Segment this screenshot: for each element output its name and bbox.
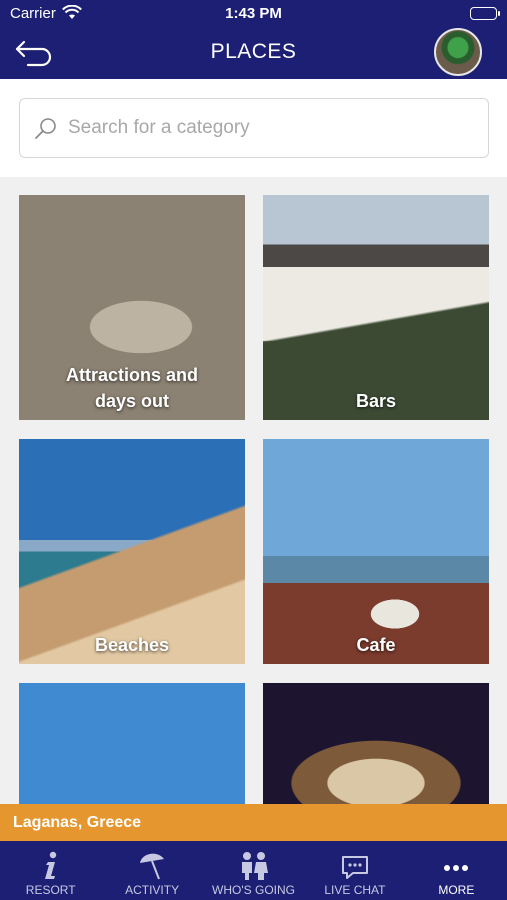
- location-bar[interactable]: Laganas, Greece: [0, 804, 507, 841]
- app-header: Carrier 1:43 PM PLACES: [0, 0, 507, 79]
- tab-label: WHO'S GOING: [212, 883, 295, 897]
- tab-whos-going[interactable]: WHO'S GOING: [203, 841, 304, 900]
- tab-resort[interactable]: RESORT: [0, 841, 101, 900]
- status-bar: Carrier 1:43 PM: [0, 0, 507, 28]
- tab-activity[interactable]: ACTIVITY: [101, 841, 202, 900]
- more-icon: [444, 865, 469, 871]
- category-label: Cafe: [356, 635, 396, 655]
- info-icon: [44, 851, 56, 879]
- search-section: [0, 79, 507, 177]
- people-icon: [241, 852, 268, 880]
- page-title: PLACES: [210, 40, 297, 63]
- tab-live-chat[interactable]: LIVE CHAT: [304, 841, 405, 900]
- category-tile-bars[interactable]: Bars: [263, 195, 489, 420]
- category-tile-5[interactable]: [19, 683, 245, 804]
- chat-icon: [341, 856, 368, 879]
- search-icon: [35, 118, 56, 139]
- category-label: Beaches: [94, 635, 170, 655]
- tab-label: LIVE CHAT: [324, 883, 386, 897]
- tab-label: RESORT: [25, 883, 76, 897]
- tab-label: ACTIVITY: [125, 883, 180, 897]
- parasol-icon: [140, 853, 165, 880]
- category-tile-attractions[interactable]: Attractions and days out: [19, 195, 245, 420]
- category-tile-beaches[interactable]: Beaches: [19, 439, 245, 664]
- search-box[interactable]: [19, 98, 489, 158]
- tab-more[interactable]: MORE: [406, 841, 507, 900]
- category-tile-cafe[interactable]: Cafe: [263, 439, 489, 664]
- battery-icon: [470, 7, 500, 20]
- category-grid: Attractions and days out Bars Beaches Ca…: [0, 177, 507, 804]
- tab-bar: RESORT ACTIVITY WHO'S GOING LIVE CHAT MO…: [0, 841, 507, 900]
- category-tile-6[interactable]: [263, 683, 489, 804]
- category-label: Attractions and days out: [65, 365, 198, 411]
- search-input[interactable]: [68, 113, 468, 143]
- avatar[interactable]: [434, 28, 482, 76]
- tab-label: MORE: [438, 883, 475, 897]
- category-label: Bars: [355, 391, 397, 411]
- clock: 1:43 PM: [225, 5, 282, 22]
